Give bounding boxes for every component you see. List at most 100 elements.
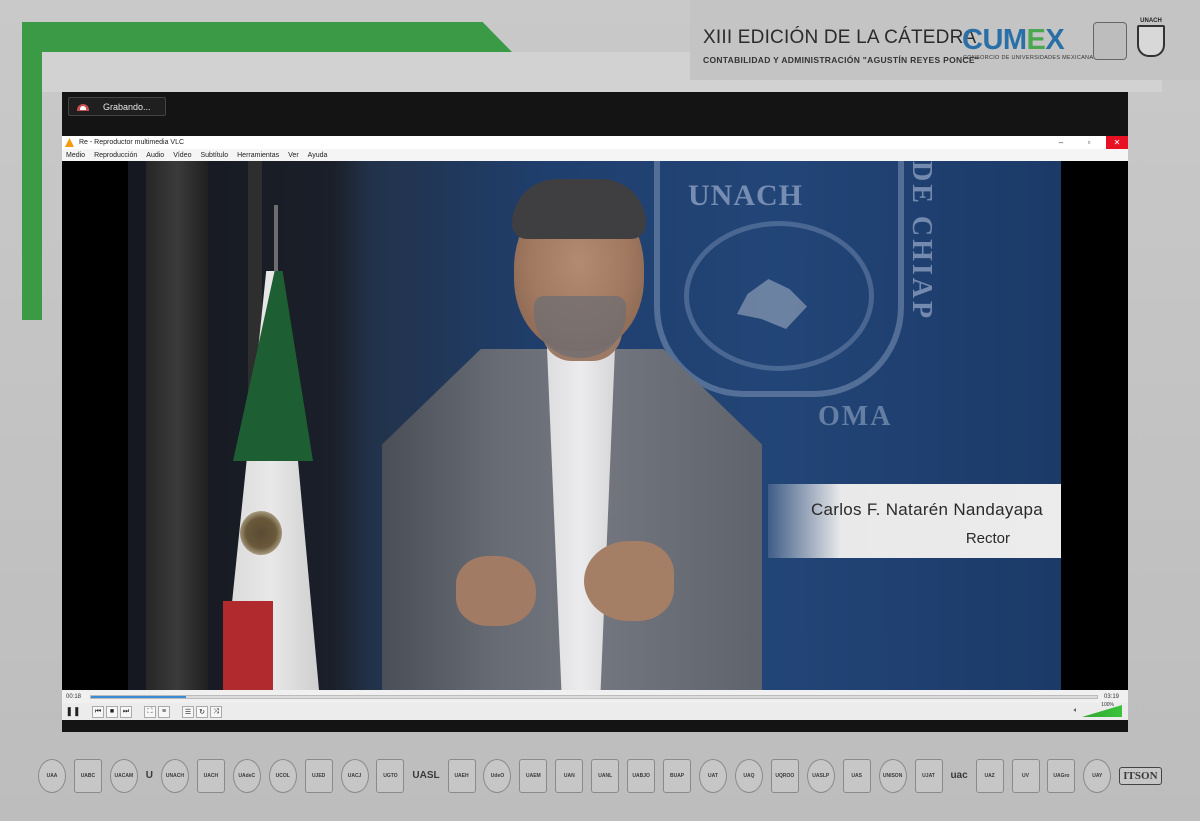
cumex-logo-left: CUM — [962, 24, 1027, 56]
next-button[interactable]: ⏭ — [120, 705, 132, 718]
backdrop-vertical-text: DE CHIAP — [906, 161, 937, 322]
unach-shield-icon — [1137, 25, 1165, 57]
unach-logo-label: UNACH — [1140, 18, 1162, 24]
time-total: 03:19 — [1104, 693, 1120, 700]
close-button[interactable]: ✕ — [1106, 136, 1128, 149]
time-elapsed: 00:18 — [66, 693, 82, 700]
university-logo: UCOL — [268, 759, 297, 793]
seek-bar-fill — [91, 695, 186, 698]
vlc-titlebar[interactable]: Re - Reproductor multimedia VLC – ▫ ✕ — [62, 136, 1128, 149]
university-logo: UQROO — [770, 759, 799, 793]
speaker-role: Rector — [965, 530, 1010, 547]
university-logo: UNISON — [878, 759, 907, 793]
video-scene: UNACH DE CHIAP OMA Carlos F. Natarén Nan… — [128, 161, 1061, 690]
university-logo: UAZ — [975, 759, 1004, 793]
presentation-stage: XIII EDICIÓN DE LA CÁTEDRA CONTABILIDAD … — [0, 0, 1200, 821]
vlc-timeline: 00:18 03:19 — [62, 690, 1128, 703]
playlist-button[interactable]: ☰ — [182, 705, 194, 718]
recording-icon — [77, 102, 89, 112]
university-logo: UASL — [412, 770, 440, 781]
university-logo: UAdeC — [232, 759, 261, 793]
backdrop-partial-text: OMA — [818, 401, 893, 432]
unach-logo: UNACH — [1134, 18, 1168, 62]
university-logo: uac — [950, 770, 968, 781]
university-logo: UNACH — [160, 759, 189, 793]
catedra-title: XIII EDICIÓN DE LA CÁTEDRA — [703, 27, 977, 48]
catedra-subtitle: CONTABILIDAD Y ADMINISTRACIÓN "AGUSTÍN R… — [703, 55, 980, 65]
flag-green-stripe — [233, 271, 313, 461]
university-logo: UAT — [698, 759, 727, 793]
volume-control[interactable]: 🔈︎ 100% — [1074, 702, 1122, 717]
pause-button[interactable]: ❚❚ — [65, 705, 80, 719]
speaker-nameplate: Carlos F. Natarén Nandayapa Rector — [768, 484, 1061, 558]
speaker-right-hand — [584, 541, 674, 621]
menu-video[interactable]: Vídeo — [173, 152, 191, 159]
university-logo: UAY — [1083, 759, 1112, 793]
menu-audio[interactable]: Audio — [146, 152, 164, 159]
volume-label: 100% — [1101, 702, 1114, 708]
flag-eagle-seal — [240, 511, 282, 555]
stop-button[interactable]: ■ — [106, 705, 118, 718]
speaker-hair — [512, 179, 646, 239]
recording-indicator[interactable]: Grabando... — [68, 97, 166, 116]
unach-emblem-text: UNACH — [688, 179, 803, 212]
seek-bar[interactable] — [90, 694, 1098, 699]
university-logo: UdeO — [483, 759, 512, 793]
university-logo: UJED — [304, 759, 333, 793]
speaker-icon[interactable]: 🔈︎ — [1074, 707, 1078, 715]
university-logo: UAQ — [734, 759, 763, 793]
maximize-button[interactable]: ▫ — [1078, 136, 1100, 149]
vlc-window: Re - Reproductor multimedia VLC – ▫ ✕ Me… — [62, 136, 1128, 732]
menu-ver[interactable]: Ver — [288, 152, 299, 159]
flag-red-stripe — [223, 601, 273, 690]
university-seal-logo — [1093, 22, 1127, 60]
previous-button[interactable]: ⏮ — [92, 705, 104, 718]
recording-label: Grabando... — [103, 101, 151, 112]
university-logo: ITSON — [1119, 767, 1162, 785]
header-green-bar — [22, 22, 512, 52]
university-logo: UACH — [196, 759, 225, 793]
cumex-logo-right: X — [1045, 24, 1065, 56]
university-logo: UACAM — [109, 759, 138, 793]
university-logo: UGTO — [376, 759, 405, 793]
university-logo: U — [145, 770, 153, 781]
scene-door-frame — [146, 161, 208, 690]
university-logo: BUAP — [663, 759, 692, 793]
speaker-name: Carlos F. Natarén Nandayapa — [810, 500, 1043, 519]
header-green-side — [22, 22, 42, 320]
menu-ayuda[interactable]: Ayuda — [308, 152, 328, 159]
speaker-left-hand — [456, 556, 536, 626]
menu-herramientas[interactable]: Herramientas — [237, 152, 279, 159]
vlc-cone-icon — [65, 138, 74, 147]
cumex-logo: CUMEX — [962, 24, 1065, 57]
university-logo: UV — [1011, 759, 1040, 793]
extended-settings-button[interactable]: ≡ — [158, 705, 170, 718]
university-logos-strip: UAA UABC UACAM U UNACH UACH UAdeC UCOL UJED UACJ U… — [30, 746, 1170, 806]
university-logo: UAGro — [1047, 759, 1076, 793]
minimize-button[interactable]: – — [1050, 136, 1072, 149]
university-logo: UANL — [591, 759, 620, 793]
university-logo: UJAT — [914, 759, 943, 793]
loop-button[interactable]: ↻ — [196, 705, 208, 718]
university-logo: UASLP — [806, 759, 835, 793]
menu-reproduccion[interactable]: Reproducción — [94, 152, 137, 159]
university-logo: UAEH — [447, 759, 476, 793]
vlc-controls: ❚❚ ⏮ ■ ⏭ ⛶ ≡ ☰ ↻ ⤨ — [62, 703, 1128, 720]
fullscreen-button[interactable]: ⛶ — [144, 705, 156, 718]
menu-medio[interactable]: Medio — [66, 152, 85, 159]
menu-subtitulo[interactable]: Subtítulo — [200, 152, 228, 159]
university-logo: UAEM — [519, 759, 548, 793]
university-logo: UAN — [555, 759, 584, 793]
university-logo: UABC — [73, 759, 102, 793]
cumex-subtitle: CONSORCIO DE UNIVERSIDADES MEXICANAS — [963, 55, 1098, 61]
recording-bar — [62, 92, 1128, 136]
university-logo: UAA — [38, 759, 66, 793]
university-logo: UAS — [842, 759, 871, 793]
shuffle-button[interactable]: ⤨ — [210, 705, 222, 718]
vlc-bottom-bar — [62, 720, 1128, 732]
university-logo: UACJ — [340, 759, 369, 793]
video-canvas[interactable]: UNACH DE CHIAP OMA Carlos F. Natarén Nan… — [62, 161, 1128, 690]
vlc-window-title: Re - Reproductor multimedia VLC — [79, 139, 185, 146]
cumex-logo-e: E — [1026, 24, 1046, 56]
university-logo: UABJO — [627, 759, 656, 793]
